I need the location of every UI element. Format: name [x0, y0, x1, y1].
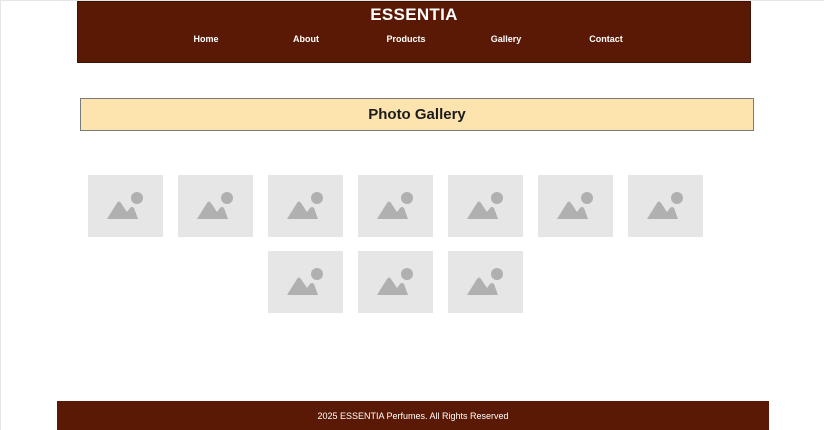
image-placeholder-icon	[467, 192, 503, 219]
gallery-title: Photo Gallery	[368, 106, 466, 123]
site-footer: 2025 ESSENTIA Perfumes. All Rights Reser…	[57, 401, 769, 430]
image-placeholder-icon	[197, 192, 233, 219]
left-border	[0, 0, 1, 430]
site-header: ESSENTIA Home About Products Gallery Con…	[77, 1, 751, 63]
gallery-image-7[interactable]	[628, 175, 703, 237]
nav-link-home[interactable]: Home	[166, 34, 246, 44]
gallery-image-5[interactable]	[448, 175, 523, 237]
image-placeholder-icon	[377, 268, 413, 295]
image-placeholder-icon	[287, 192, 323, 219]
main-nav: Home About Products Gallery Contact	[78, 34, 752, 48]
image-placeholder-icon	[557, 192, 593, 219]
gallery-image-9[interactable]	[358, 251, 433, 313]
gallery-image-3[interactable]	[268, 175, 343, 237]
gallery-image-4[interactable]	[358, 175, 433, 237]
gallery-image-10[interactable]	[448, 251, 523, 313]
image-placeholder-icon	[377, 192, 413, 219]
page: ESSENTIA Home About Products Gallery Con…	[0, 0, 824, 430]
gallery-image-6[interactable]	[538, 175, 613, 237]
nav-link-about[interactable]: About	[266, 34, 346, 44]
nav-link-gallery[interactable]: Gallery	[466, 34, 546, 44]
image-placeholder-icon	[287, 268, 323, 295]
image-placeholder-icon	[467, 268, 503, 295]
nav-link-contact[interactable]: Contact	[566, 34, 646, 44]
gallery-banner: Photo Gallery	[80, 98, 754, 131]
gallery-image-2[interactable]	[178, 175, 253, 237]
nav-link-products[interactable]: Products	[366, 34, 446, 44]
footer-copyright: 2025 ESSENTIA Perfumes. All Rights Reser…	[317, 411, 509, 421]
image-placeholder-icon	[647, 192, 683, 219]
gallery-image-1[interactable]	[88, 175, 163, 237]
brand-title: ESSENTIA	[370, 5, 458, 24]
image-placeholder-icon	[107, 192, 143, 219]
gallery-image-8[interactable]	[268, 251, 343, 313]
